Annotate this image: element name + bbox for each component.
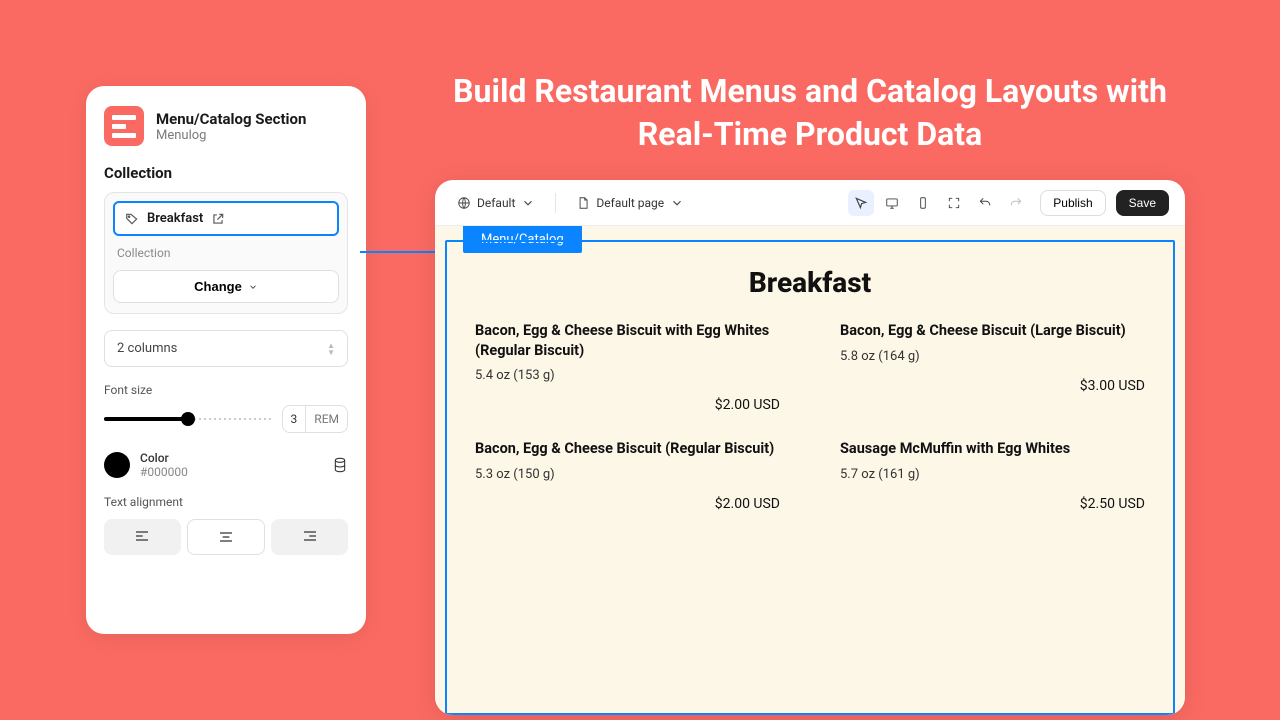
menu-grid: Bacon, Egg & Cheese Biscuit with Egg Whi… xyxy=(475,321,1145,512)
font-size-unit: REM xyxy=(306,406,347,432)
color-row[interactable]: Color #000000 xyxy=(104,451,348,479)
align-left-button[interactable] xyxy=(104,519,181,555)
undo-button[interactable] xyxy=(972,190,998,216)
menu-item-name: Bacon, Egg & Cheese Biscuit (Large Biscu… xyxy=(840,321,1145,341)
menu-item-name: Sausage McMuffin with Egg Whites xyxy=(840,439,1145,459)
color-swatch xyxy=(104,452,130,478)
menu-title: Breakfast xyxy=(475,266,1145,299)
mobile-view-button[interactable] xyxy=(910,190,936,216)
alignment-segmented xyxy=(104,519,348,555)
menu-item-name: Bacon, Egg & Cheese Biscuit (Regular Bis… xyxy=(475,439,780,459)
settings-panel: Menu/Catalog Section Menulog Collection … xyxy=(86,86,366,634)
dynamic-source-icon[interactable] xyxy=(332,457,348,473)
menu-item-price: $2.00 USD xyxy=(475,496,780,512)
page-icon xyxy=(576,196,590,210)
font-size-slider[interactable] xyxy=(104,412,272,426)
panel-subtitle: Menulog xyxy=(156,128,306,143)
fullscreen-button[interactable] xyxy=(941,190,967,216)
chevron-down-icon xyxy=(248,282,258,292)
external-link-icon xyxy=(211,212,225,226)
stepper-icon: ▲▼ xyxy=(327,342,335,356)
menu-item-weight: 5.7 oz (161 g) xyxy=(840,467,1145,482)
menu-item-price: $2.50 USD xyxy=(840,496,1145,512)
page-headline: Build Restaurant Menus and Catalog Layou… xyxy=(430,70,1190,156)
font-size-value: 3 xyxy=(283,406,307,432)
toolbar-divider xyxy=(555,193,556,213)
alignment-label: Text alignment xyxy=(104,495,348,509)
preview-toolbar: Default Default page Publish Save xyxy=(435,180,1185,226)
menu-item: Bacon, Egg & Cheese Biscuit (Large Biscu… xyxy=(840,321,1145,413)
panel-header: Menu/Catalog Section Menulog xyxy=(104,106,348,146)
preview-frame: Default Default page Publish Save Menu/C… xyxy=(435,180,1185,715)
chevron-down-icon xyxy=(670,196,684,210)
menu-item: Bacon, Egg & Cheese Biscuit with Egg Whi… xyxy=(475,321,780,413)
tag-icon xyxy=(125,212,139,226)
align-center-button[interactable] xyxy=(187,519,266,555)
theme-selector[interactable]: Default xyxy=(451,192,541,214)
app-icon xyxy=(104,106,144,146)
viewport-group xyxy=(847,190,1030,216)
collection-chip[interactable]: Breakfast xyxy=(113,201,339,236)
columns-value: 2 columns xyxy=(117,341,177,356)
page-selector[interactable]: Default page xyxy=(570,192,690,214)
change-button-label: Change xyxy=(194,279,242,294)
theme-label: Default xyxy=(477,196,515,210)
change-collection-button[interactable]: Change xyxy=(113,270,339,303)
align-right-button[interactable] xyxy=(271,519,348,555)
font-size-label: Font size xyxy=(104,383,348,397)
redo-button[interactable] xyxy=(1003,190,1029,216)
page-label: Default page xyxy=(596,196,664,210)
columns-select[interactable]: 2 columns ▲▼ xyxy=(104,330,348,367)
globe-icon xyxy=(457,196,471,210)
chevron-down-icon xyxy=(521,196,535,210)
preview-stage: Menu/Catalog Breakfast Bacon, Egg & Chee… xyxy=(435,226,1185,715)
menu-item-weight: 5.4 oz (153 g) xyxy=(475,368,780,383)
collection-chip-label: Breakfast xyxy=(147,211,203,226)
menu-item: Bacon, Egg & Cheese Biscuit (Regular Bis… xyxy=(475,439,780,512)
collection-section-label: Collection xyxy=(104,164,348,182)
menu-item-weight: 5.8 oz (164 g) xyxy=(840,349,1145,364)
menu-item-price: $3.00 USD xyxy=(840,378,1145,394)
desktop-view-button[interactable] xyxy=(879,190,905,216)
panel-title: Menu/Catalog Section xyxy=(156,110,306,128)
collection-inner-label: Collection xyxy=(117,246,339,260)
font-size-input[interactable]: 3 REM xyxy=(282,405,348,433)
menu-item: Sausage McMuffin with Egg Whites 5.7 oz … xyxy=(840,439,1145,512)
inspector-button[interactable] xyxy=(848,190,874,216)
menu-item-name: Bacon, Egg & Cheese Biscuit with Egg Whi… xyxy=(475,321,780,360)
section-canvas[interactable]: Breakfast Bacon, Egg & Cheese Biscuit wi… xyxy=(445,240,1175,715)
color-label: Color xyxy=(140,451,322,465)
menu-item-price: $2.00 USD xyxy=(475,397,780,413)
collection-box: Breakfast Collection Change xyxy=(104,192,348,314)
publish-button[interactable]: Publish xyxy=(1040,190,1105,216)
color-hex: #000000 xyxy=(140,465,322,479)
save-button[interactable]: Save xyxy=(1116,190,1169,216)
menu-item-weight: 5.3 oz (150 g) xyxy=(475,467,780,482)
